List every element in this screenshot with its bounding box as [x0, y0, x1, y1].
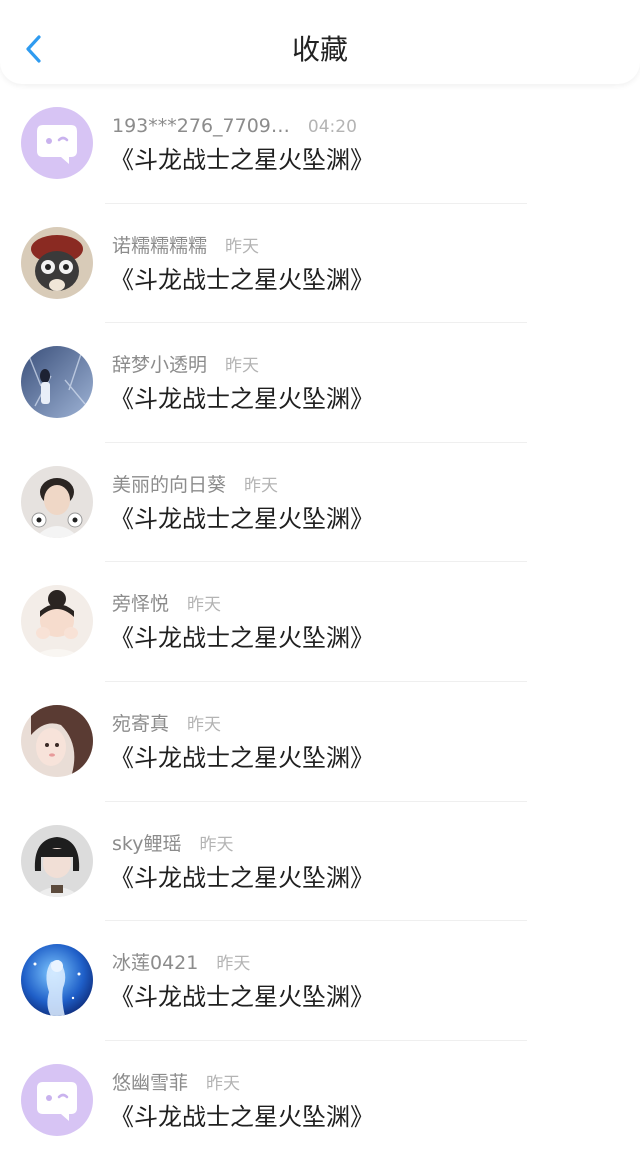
favorite-title: 《斗龙战士之星火坠渊》 — [110, 504, 374, 533]
list-item[interactable]: 美丽的向日葵 昨天 《斗龙战士之星火坠渊》 — [0, 443, 640, 563]
avatar — [21, 824, 93, 897]
user-name: 193***276_7709… — [112, 115, 290, 137]
list-item[interactable]: 旁怿悦 昨天 《斗龙战士之星火坠渊》 — [0, 562, 640, 682]
favorite-title: 《斗龙战士之星火坠渊》 — [110, 146, 374, 174]
user-name: 悠幽雪菲 — [112, 1071, 189, 1094]
chat-bubble-icon — [21, 1063, 93, 1136]
user-name: sky鲤瑶 — [112, 832, 182, 855]
user-photo — [21, 226, 93, 299]
timestamp: 昨天 — [225, 236, 260, 257]
user-name: 美丽的向日葵 — [112, 473, 227, 496]
avatar — [21, 1063, 93, 1136]
meta-line: 193***276_7709… 04:20 — [112, 112, 357, 140]
meta-line: 旁怿悦 昨天 — [112, 590, 221, 618]
avatar — [21, 226, 93, 299]
list-item[interactable]: 宛寄真 昨天 《斗龙战士之星火坠渊》 — [0, 682, 640, 802]
timestamp: 昨天 — [187, 595, 222, 616]
user-name: 冰莲0421 — [112, 952, 199, 975]
meta-line: 冰莲0421 昨天 — [112, 949, 250, 977]
list-item[interactable]: 193***276_7709… 04:20 《斗龙战士之星火坠渊》 — [0, 84, 640, 204]
favorites-list: 193***276_7709… 04:20 《斗龙战士之星火坠渊》 诺糯糯糯糯 昨天… — [0, 84, 640, 1160]
favorite-title: 《斗龙战士之星火坠渊》 — [110, 743, 374, 772]
meta-line: 美丽的向日葵 昨天 — [112, 471, 278, 499]
meta-line: 宛寄真 昨天 — [112, 710, 221, 738]
list-item[interactable]: 悠幽雪菲 昨天 《斗龙战士之星火坠渊》 — [0, 1041, 640, 1160]
user-name: 辞梦小透明 — [112, 354, 208, 377]
top-nav-bar: 收藏 — [0, 0, 640, 84]
timestamp: 昨天 — [225, 356, 260, 377]
user-photo — [21, 465, 93, 538]
user-photo — [21, 824, 93, 897]
avatar — [21, 585, 93, 658]
chat-bubble-icon — [21, 107, 93, 179]
meta-line: 悠幽雪菲 昨天 — [112, 1069, 240, 1097]
list-item[interactable]: 辞梦小透明 昨天 《斗龙战士之星火坠渊》 — [0, 323, 640, 443]
timestamp: 昨天 — [199, 834, 234, 855]
meta-line: sky鲤瑶 昨天 — [112, 830, 233, 858]
timestamp: 04:20 — [307, 117, 357, 137]
user-photo — [21, 346, 93, 419]
meta-line: 诺糯糯糯糯 昨天 — [112, 232, 259, 260]
user-name: 宛寄真 — [112, 712, 170, 735]
timestamp: 昨天 — [206, 1073, 241, 1094]
favorite-title: 《斗龙战士之星火坠渊》 — [110, 983, 374, 1012]
favorite-title: 《斗龙战士之星火坠渊》 — [110, 385, 374, 414]
avatar — [21, 107, 93, 179]
meta-line: 辞梦小透明 昨天 — [112, 351, 259, 379]
list-item[interactable]: 冰莲0421 昨天 《斗龙战士之星火坠渊》 — [0, 921, 640, 1041]
user-name: 诺糯糯糯糯 — [112, 234, 208, 257]
user-photo — [21, 944, 93, 1017]
timestamp: 昨天 — [244, 475, 279, 496]
timestamp: 昨天 — [216, 954, 251, 975]
favorite-title: 《斗龙战士之星火坠渊》 — [110, 624, 374, 653]
list-item[interactable]: sky鲤瑶 昨天 《斗龙战士之星火坠渊》 — [0, 802, 640, 922]
favorite-title: 《斗龙战士之星火坠渊》 — [110, 863, 374, 892]
timestamp: 昨天 — [187, 714, 222, 735]
user-name: 旁怿悦 — [112, 593, 170, 616]
page-title: 收藏 — [291, 33, 348, 66]
favorite-title: 《斗龙战士之星火坠渊》 — [110, 1102, 374, 1131]
avatar — [21, 944, 93, 1017]
user-photo — [21, 585, 93, 658]
avatar — [21, 346, 93, 419]
avatar — [21, 465, 93, 538]
avatar — [21, 704, 93, 777]
favorite-title: 《斗龙战士之星火坠渊》 — [110, 265, 374, 294]
list-item[interactable]: 诺糯糯糯糯 昨天 《斗龙战士之星火坠渊》 — [0, 204, 640, 324]
user-photo — [21, 704, 93, 777]
